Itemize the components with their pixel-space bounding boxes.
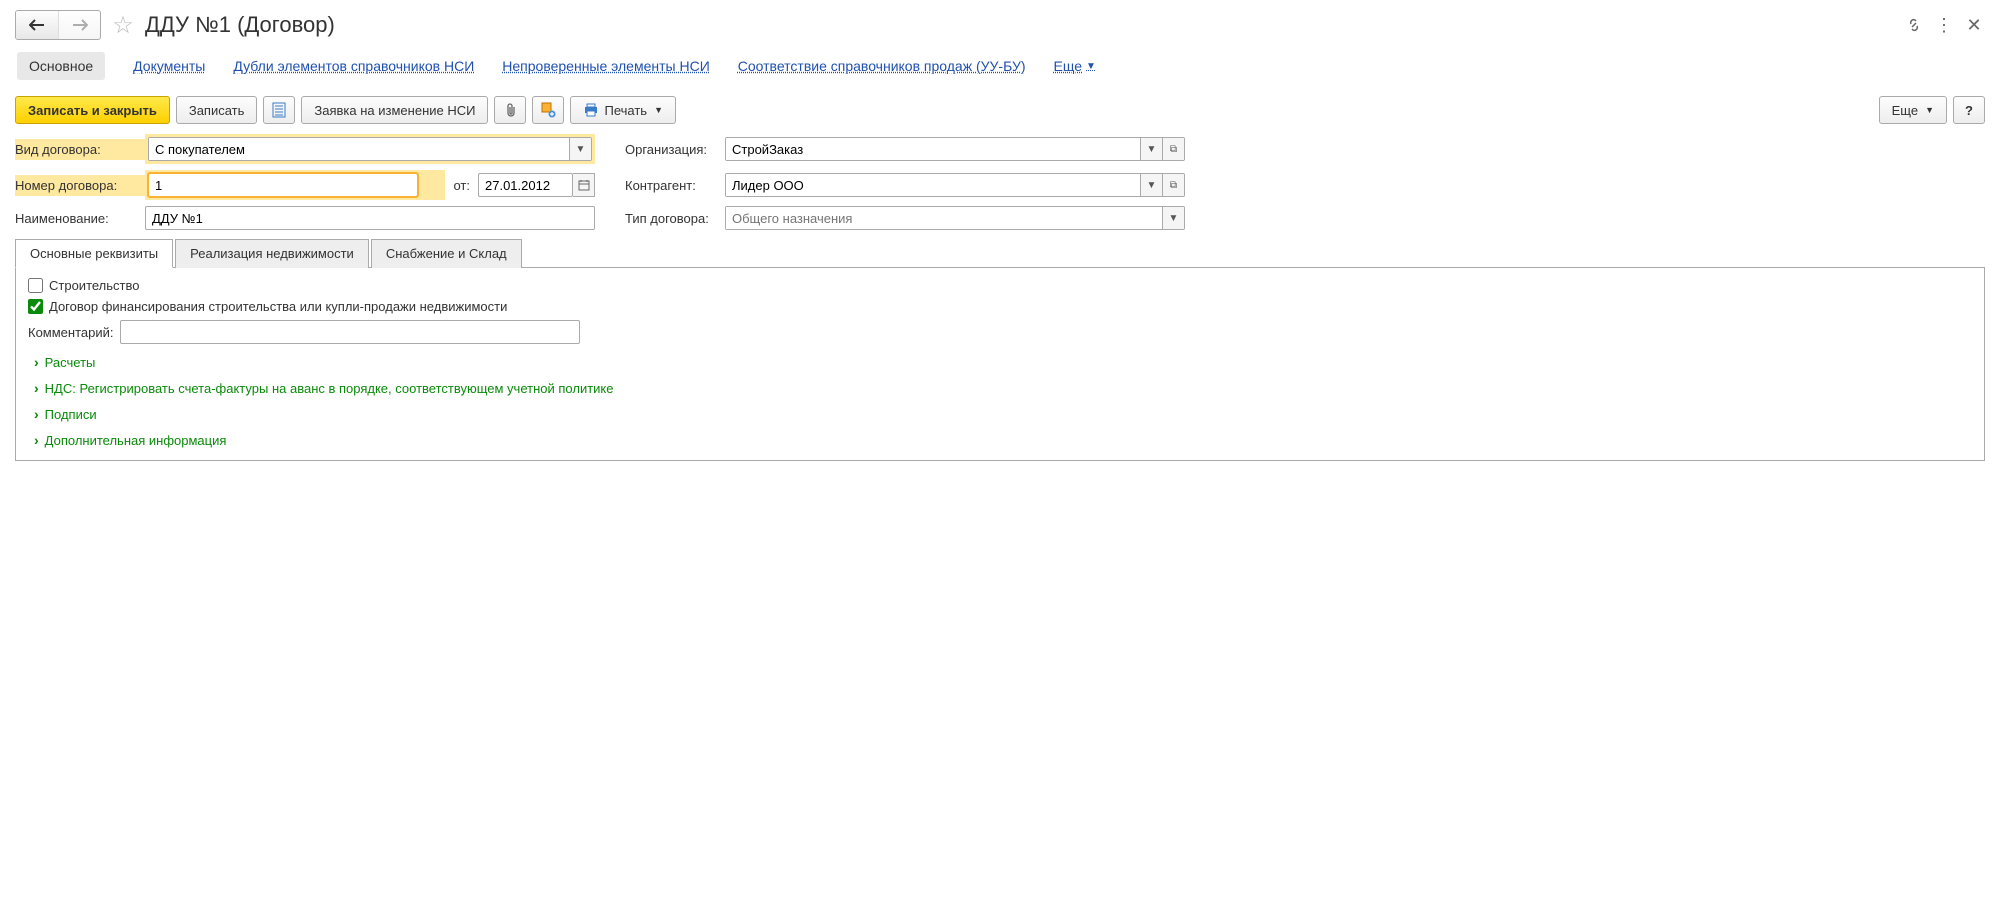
- box-plus-icon: [540, 102, 556, 118]
- save-button[interactable]: Записать: [176, 96, 258, 124]
- nav-documents[interactable]: Документы: [133, 58, 205, 74]
- dropdown-icon[interactable]: ▼: [1140, 174, 1162, 196]
- save-close-button[interactable]: Записать и закрыть: [15, 96, 170, 124]
- chevron-down-icon: ▼: [1925, 105, 1934, 115]
- organization-combo[interactable]: ▼ ⧉: [725, 137, 1185, 161]
- arrow-left-icon: [29, 19, 45, 31]
- calendar-icon[interactable]: [573, 173, 595, 197]
- open-icon[interactable]: ⧉: [1162, 174, 1184, 196]
- construction-row: Строительство: [28, 278, 1972, 293]
- nav-main[interactable]: Основное: [17, 52, 105, 80]
- collapsible-calculations[interactable]: › Расчеты: [34, 354, 1972, 370]
- row-organization: Организация: ▼ ⧉: [625, 134, 1185, 164]
- printer-icon: [583, 103, 599, 117]
- open-icon[interactable]: ⧉: [1162, 138, 1184, 160]
- collapsible-signatures[interactable]: › Подписи: [34, 406, 1972, 422]
- comment-input[interactable]: [120, 320, 580, 344]
- section-nav: Основное Документы Дубли элементов справ…: [15, 52, 1985, 80]
- nav-duplicates[interactable]: Дубли элементов справочников НСИ: [233, 58, 474, 74]
- row-contract-type: Тип договора: ▼: [625, 206, 1185, 230]
- contract-kind-label: Вид договора:: [15, 139, 145, 160]
- nav-unverified[interactable]: Непроверенные элементы НСИ: [502, 58, 709, 74]
- nsi-request-button[interactable]: Заявка на изменение НСИ: [301, 96, 488, 124]
- number-input[interactable]: [148, 173, 418, 197]
- comment-label: Комментарий:: [28, 325, 114, 340]
- kebab-menu-icon[interactable]: ⋮: [1933, 14, 1955, 36]
- chevron-right-icon: ›: [34, 432, 39, 448]
- financing-label: Договор финансирования строительства или…: [49, 299, 507, 314]
- row-contract-kind: Вид договора: ▼: [15, 134, 595, 164]
- name-input[interactable]: [145, 206, 595, 230]
- counterparty-input[interactable]: [726, 174, 1140, 196]
- paperclip-icon: [503, 102, 517, 118]
- structure-button[interactable]: [532, 96, 564, 124]
- report-icon-button[interactable]: [263, 96, 295, 124]
- page-title: ДДУ №1 (Договор): [145, 12, 335, 38]
- name-label: Наименование:: [15, 211, 145, 226]
- dropdown-icon[interactable]: ▼: [1140, 138, 1162, 160]
- collapsible-vat[interactable]: › НДС: Регистрировать счета-фактуры на а…: [34, 380, 1972, 396]
- tab-main-details[interactable]: Основные реквизиты: [15, 239, 173, 268]
- contract-type-input[interactable]: [726, 207, 1162, 229]
- organization-input[interactable]: [726, 138, 1140, 160]
- row-number: Номер договора: от:: [15, 170, 595, 200]
- close-icon[interactable]: ✕: [1963, 14, 1985, 36]
- tab-panel-main: Строительство Договор финансирования стр…: [15, 268, 1985, 461]
- chevron-down-icon: ▼: [654, 105, 663, 115]
- contract-kind-combo[interactable]: ▼: [148, 137, 592, 161]
- toolbar: Записать и закрыть Записать Заявка на из…: [15, 96, 1985, 124]
- date-input[interactable]: [478, 173, 573, 197]
- row-name: Наименование:: [15, 206, 595, 230]
- attachment-button[interactable]: [494, 96, 526, 124]
- counterparty-label: Контрагент:: [625, 178, 725, 193]
- back-button[interactable]: [16, 11, 58, 39]
- print-button[interactable]: Печать ▼: [570, 96, 676, 124]
- nav-more[interactable]: Еще ▼: [1054, 58, 1096, 74]
- form-grid: Вид договора: ▼ Организация: ▼ ⧉ Номер д…: [15, 134, 1985, 230]
- financing-checkbox[interactable]: [28, 299, 43, 314]
- list-icon: [272, 102, 286, 118]
- counterparty-combo[interactable]: ▼ ⧉: [725, 173, 1185, 197]
- more-button[interactable]: Еще ▼: [1879, 96, 1947, 124]
- contract-type-combo[interactable]: ▼: [725, 206, 1185, 230]
- row-counterparty: Контрагент: ▼ ⧉: [625, 170, 1185, 200]
- link-icon[interactable]: [1903, 14, 1925, 36]
- from-label: от:: [453, 178, 470, 193]
- financing-row: Договор финансирования строительства или…: [28, 299, 1972, 314]
- contract-type-label: Тип договора:: [625, 211, 725, 226]
- chevron-right-icon: ›: [34, 354, 39, 370]
- tabs: Основные реквизиты Реализация недвижимос…: [15, 238, 1985, 268]
- organization-label: Организация:: [625, 142, 725, 157]
- contract-kind-input[interactable]: [149, 138, 569, 160]
- arrow-right-icon: [72, 19, 88, 31]
- chevron-right-icon: ›: [34, 406, 39, 422]
- chevron-right-icon: ›: [34, 380, 39, 396]
- comment-row: Комментарий:: [28, 320, 1972, 344]
- help-button[interactable]: ?: [1953, 96, 1985, 124]
- construction-label: Строительство: [49, 278, 139, 293]
- favorite-star-icon[interactable]: ☆: [109, 11, 137, 39]
- forward-button: [58, 11, 100, 39]
- header: ☆ ДДУ №1 (Договор) ⋮ ✕: [15, 10, 1985, 40]
- dropdown-icon[interactable]: ▼: [569, 138, 591, 160]
- dropdown-icon[interactable]: ▼: [1162, 207, 1184, 229]
- construction-checkbox[interactable]: [28, 278, 43, 293]
- tab-realestate[interactable]: Реализация недвижимости: [175, 239, 369, 268]
- number-label: Номер договора:: [15, 175, 145, 196]
- nav-sales-mapping[interactable]: Соответствие справочников продаж (УУ-БУ): [738, 58, 1026, 74]
- nav-back-forward: [15, 10, 101, 40]
- tab-supply-warehouse[interactable]: Снабжение и Склад: [371, 239, 522, 268]
- collapsible-additional[interactable]: › Дополнительная информация: [34, 432, 1972, 448]
